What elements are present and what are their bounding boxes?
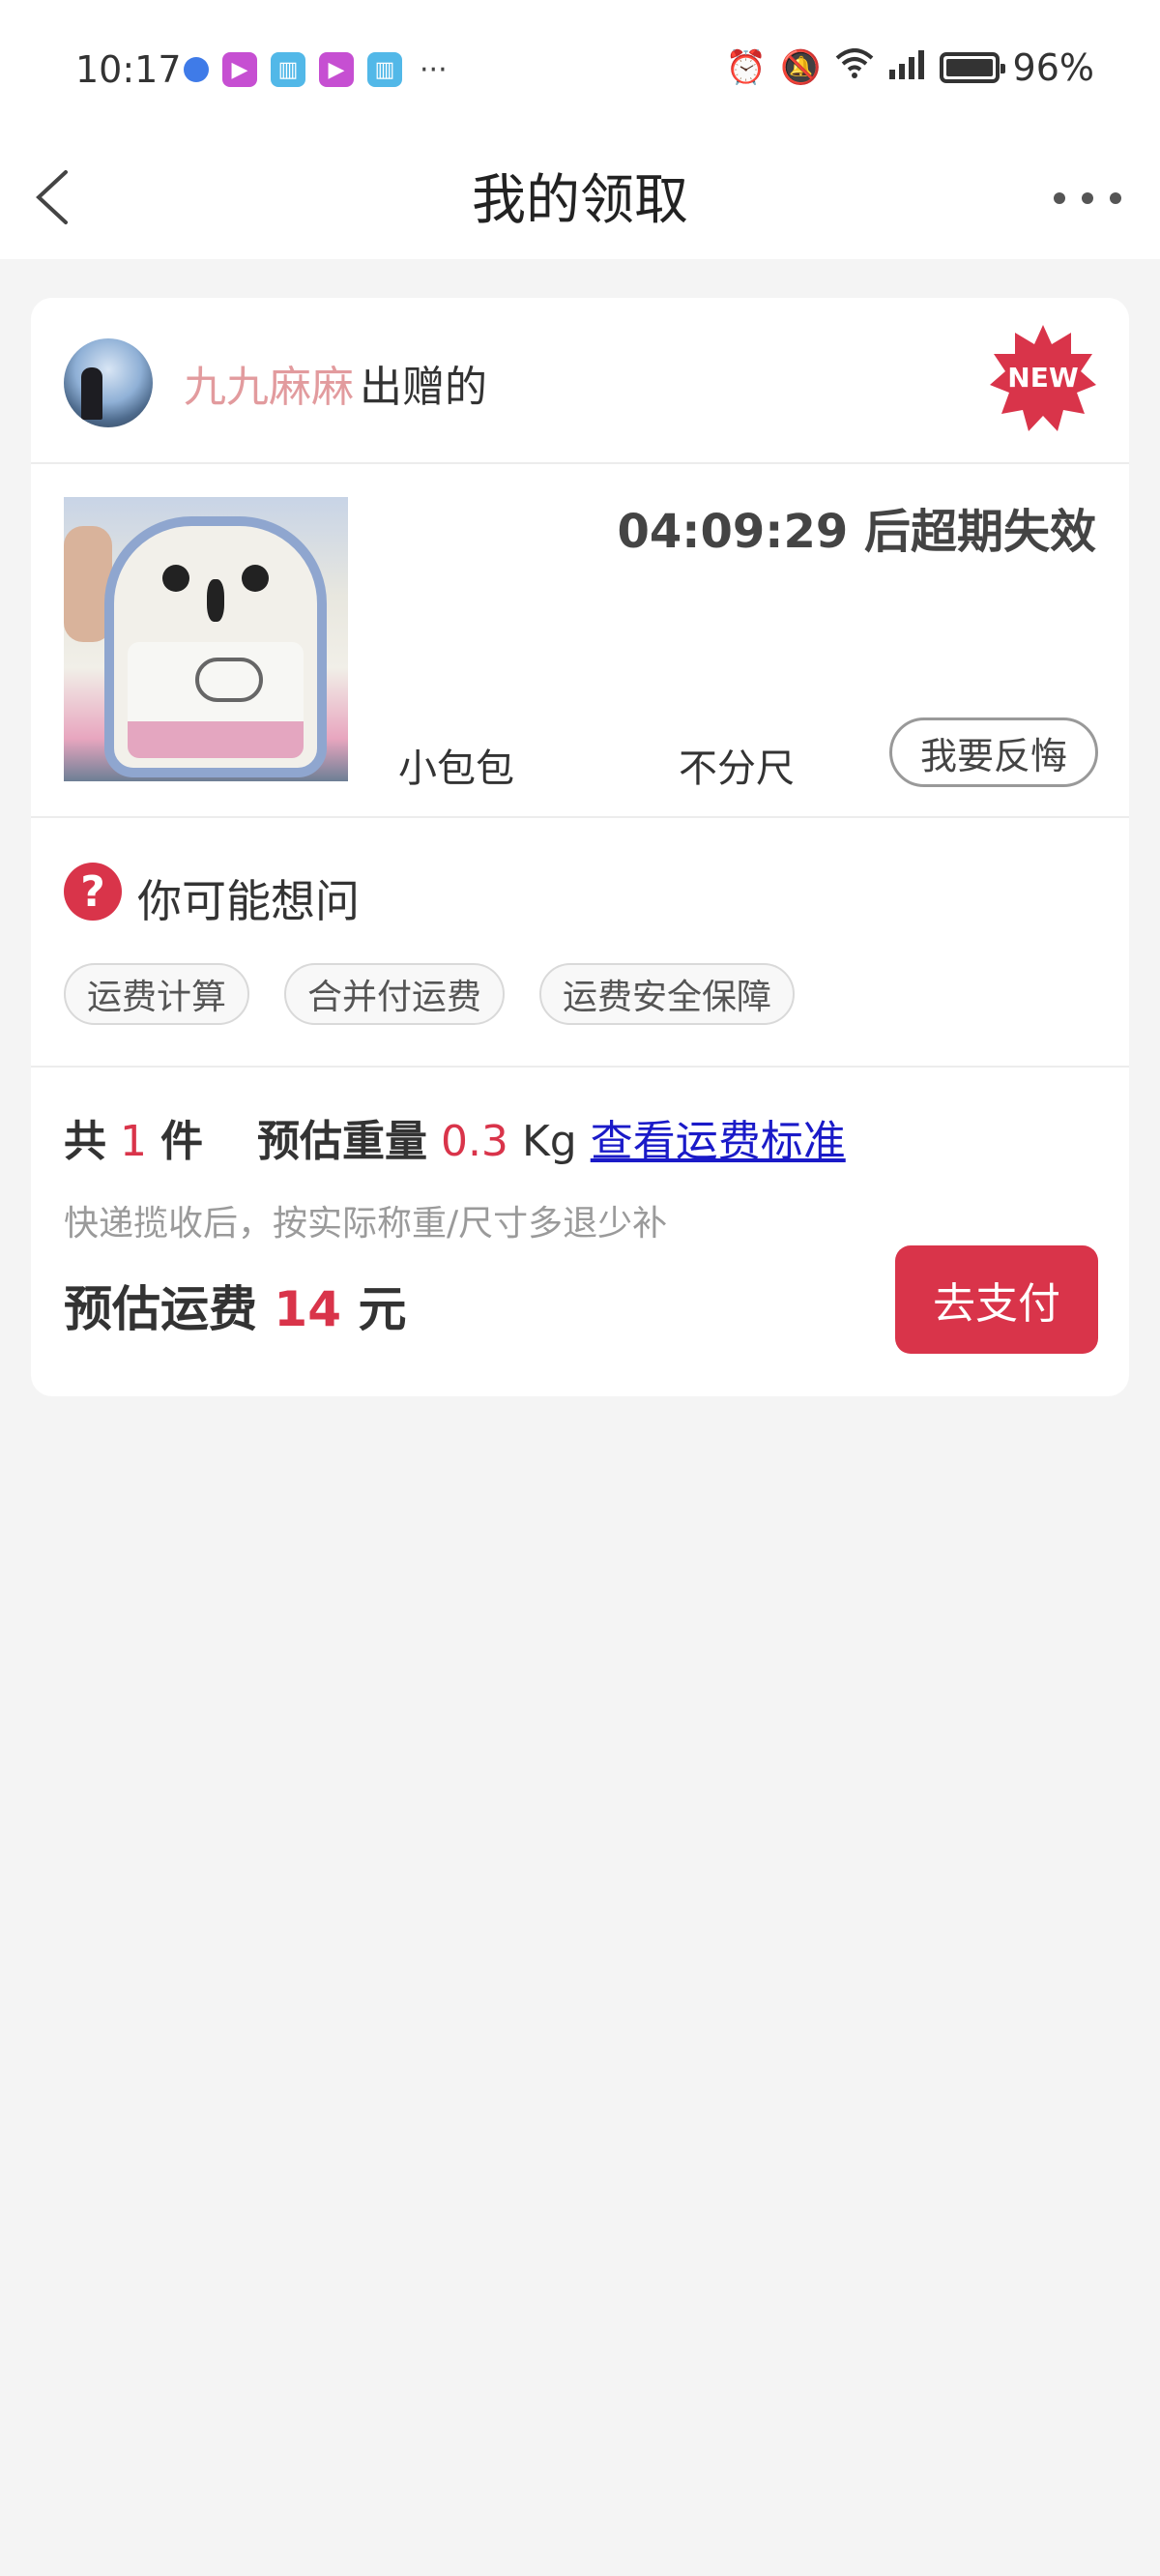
status-time: 10:17: [75, 48, 182, 91]
shipping-standard-link[interactable]: 查看运费标准: [591, 1117, 846, 1166]
avatar[interactable]: [64, 338, 153, 427]
alarm-icon: ⏰: [725, 48, 768, 87]
item-name: 小包包: [398, 746, 514, 791]
faq-chip-shipping-guarantee[interactable]: 运费安全保障: [539, 963, 796, 1025]
battery-icon: [939, 52, 1005, 83]
battery-percent: 96%: [1012, 46, 1094, 89]
new-badge: NEW: [988, 323, 1098, 433]
giver-name[interactable]: 九九麻麻: [184, 352, 354, 414]
wifi-icon: [835, 47, 874, 88]
app-dot-icon: [184, 57, 209, 82]
system-icons: ⏰ 🔕 96%: [726, 46, 1094, 89]
backpack-nose: [207, 579, 224, 622]
expire-countdown: 04:09:29 后超期失效: [617, 505, 1097, 559]
more-dot-icon: [1110, 192, 1121, 204]
signal-icon: [887, 48, 926, 88]
item-size: 不分尺: [679, 746, 795, 791]
item-photo[interactable]: [64, 497, 348, 781]
shipping-summary: 共 1 件 预估重量 0.3 Kg 查看运费标准 快递揽收后，按实际称重/尺寸多…: [31, 1068, 1129, 1396]
shipping-note: 快递揽收后，按实际称重/尺寸多退少补: [64, 1204, 668, 1244]
fee-value: 14: [274, 1281, 342, 1337]
video-icon: ▶: [319, 52, 354, 87]
item-row: 04:09:29 后超期失效 小包包 不分尺 我要反悔: [31, 464, 1129, 818]
regret-button[interactable]: 我要反悔: [889, 717, 1098, 787]
page-title: 我的领取: [472, 169, 688, 232]
more-dot-icon: [1054, 192, 1065, 204]
pay-button[interactable]: 去支付: [895, 1245, 1098, 1354]
weight-value: 0.3: [440, 1117, 508, 1166]
book-icon: ▥: [367, 52, 402, 87]
notification-icons: ▶ ▥ ▶ ▥ ···: [184, 52, 448, 87]
weight-label: 预估重量: [256, 1117, 427, 1166]
book-icon: ▥: [271, 52, 305, 87]
count-suffix: 件: [160, 1117, 203, 1166]
more-dot-icon: [1082, 192, 1093, 204]
backpack-shape: [104, 516, 327, 777]
faq-chips: 运费计算 合并付运费 运费安全保障: [64, 963, 796, 1025]
weight-unit: Kg: [521, 1117, 577, 1166]
question-icon: ?: [64, 863, 122, 921]
mute-icon: 🔕: [780, 48, 822, 87]
backpack-eye: [242, 565, 269, 592]
faq-section: ? 你可能想问 运费计算 合并付运费 运费安全保障: [31, 818, 1129, 1068]
count-prefix: 共: [64, 1117, 106, 1166]
new-badge-label: NEW: [1007, 362, 1079, 394]
backpack-eye: [162, 565, 189, 592]
nav-bar: 我的领取: [0, 135, 1160, 259]
fee-label: 预估运费: [64, 1281, 257, 1337]
faq-title: 你可能想问: [137, 875, 360, 927]
giver-suffix: 出赠的: [360, 363, 487, 412]
item-count: 1: [120, 1117, 147, 1166]
faq-chip-shipping-calc[interactable]: 运费计算: [64, 963, 250, 1025]
estimated-fee: 预估运费 14 元: [64, 1271, 406, 1340]
video-icon: ▶: [222, 52, 257, 87]
faq-chip-merge-shipping[interactable]: 合并付运费: [284, 963, 506, 1025]
gift-card: 九九麻麻 出赠的 NEW 04:09:29 后超期失效 小包包 不分尺 我要反悔: [31, 298, 1129, 1396]
backpack-pocket: [128, 642, 304, 758]
more-menu-button[interactable]: [1054, 174, 1121, 222]
fee-unit: 元: [358, 1281, 407, 1337]
giver-row: 九九麻麻 出赠的 NEW: [31, 298, 1129, 464]
status-bar: 10:17 ▶ ▥ ▶ ▥ ··· ⏰ 🔕 96%: [0, 0, 1160, 135]
count-weight-line: 共 1 件 预估重量 0.3 Kg 查看运费标准: [64, 1106, 846, 1168]
status-more: ···: [420, 52, 448, 87]
backpack-logo: [195, 658, 263, 702]
